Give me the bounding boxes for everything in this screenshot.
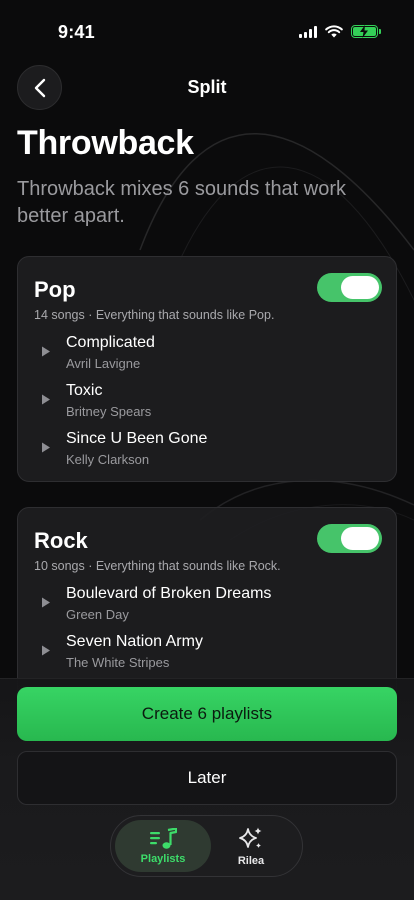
- song-artist: Kelly Clarkson: [66, 452, 150, 467]
- group-description: 14 songs · Everything that sounds like P…: [34, 308, 275, 322]
- status-icons: [299, 25, 381, 38]
- song-artist: Avril Lavigne: [66, 356, 141, 371]
- tab-rilea[interactable]: Rilea: [203, 820, 299, 872]
- song-row[interactable]: Since U Been Gone Kelly Clarkson: [18, 430, 396, 474]
- battery-charging-icon: [351, 25, 381, 38]
- status-time: 9:41: [58, 22, 95, 42]
- wifi-icon: [325, 25, 343, 38]
- song-row[interactable]: Complicated Avril Lavigne: [18, 334, 396, 378]
- song-title: Since U Been Gone: [66, 430, 208, 447]
- group-description: 10 songs · Everything that sounds like R…: [34, 559, 281, 573]
- play-icon[interactable]: [41, 394, 51, 405]
- play-icon[interactable]: [41, 346, 51, 357]
- later-button[interactable]: Later: [17, 751, 397, 805]
- song-title: Complicated: [66, 334, 155, 351]
- play-icon[interactable]: [41, 442, 51, 453]
- group-title: Rock: [34, 528, 88, 553]
- song-row[interactable]: Boulevard of Broken Dreams Green Day: [18, 585, 396, 629]
- song-row[interactable]: Seven Nation Army The White Stripes: [18, 633, 396, 677]
- status-bar: 9:41: [0, 0, 414, 54]
- song-title: Toxic: [66, 382, 103, 399]
- sparkles-icon: [239, 827, 262, 848]
- group-toggle-pop[interactable]: [317, 273, 382, 302]
- song-artist: Green Day: [66, 607, 129, 622]
- play-icon[interactable]: [41, 597, 51, 608]
- song-title: Boulevard of Broken Dreams: [66, 585, 272, 602]
- tab-label: Playlists: [140, 852, 186, 865]
- cellular-signal-icon: [299, 25, 317, 38]
- group-toggle-rock[interactable]: [317, 524, 382, 553]
- create-playlists-button[interactable]: Create 6 playlists: [17, 687, 397, 741]
- play-icon[interactable]: [41, 645, 51, 656]
- song-artist: The White Stripes: [66, 655, 170, 670]
- song-title: Seven Nation Army: [66, 633, 203, 650]
- group-title: Pop: [34, 277, 76, 302]
- page-title: Throwback: [17, 124, 194, 162]
- nav-title: Split: [187, 77, 227, 97]
- song-artist: Britney Spears: [66, 404, 152, 419]
- song-row[interactable]: Toxic Britney Spears: [18, 382, 396, 426]
- tab-playlists[interactable]: Playlists: [115, 820, 211, 872]
- tab-bar: Playlists Rilea: [110, 815, 303, 877]
- group-card-pop: Pop 14 songs · Everything that sounds li…: [17, 256, 397, 482]
- page-subtitle: Throwback mixes 6 sounds that work bette…: [17, 178, 347, 227]
- music-note-list-icon: [150, 827, 177, 849]
- tab-label: Rilea: [237, 854, 265, 867]
